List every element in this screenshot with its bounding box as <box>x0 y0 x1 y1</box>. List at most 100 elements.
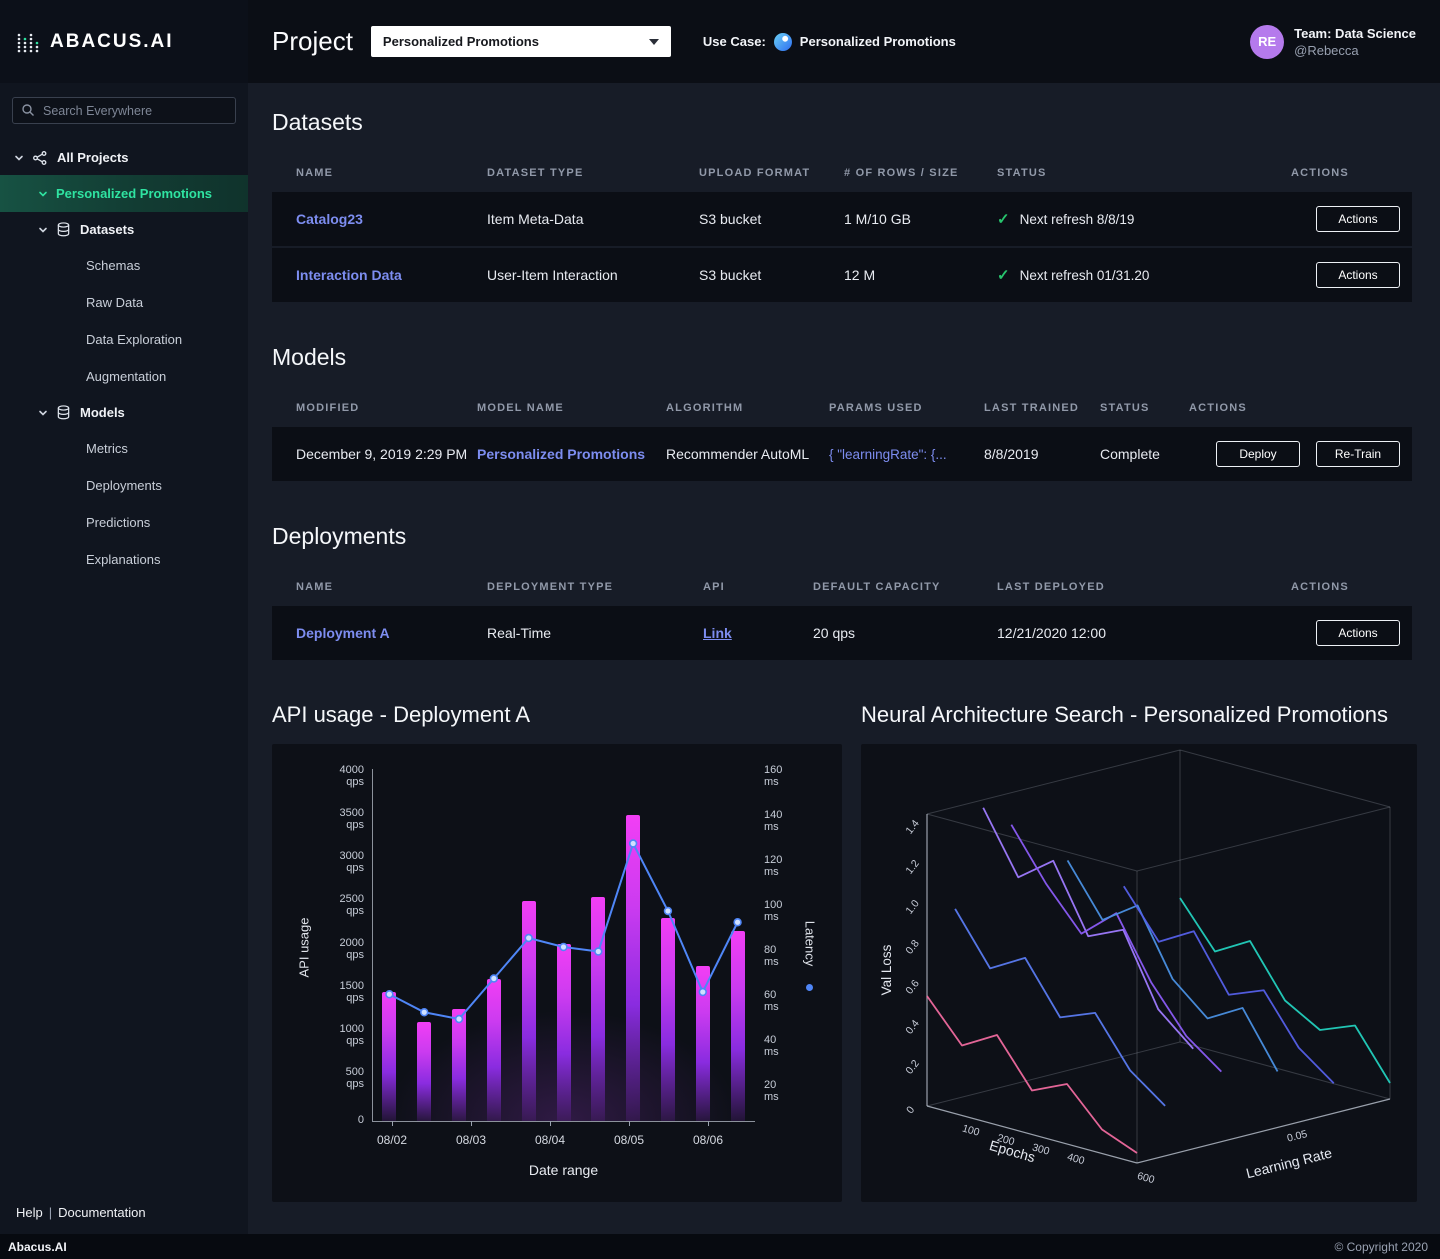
check-icon: ✓ <box>997 266 1010 284</box>
right-axis-tick: 20ms <box>764 1079 804 1103</box>
brand-logo[interactable]: ABACUS.AI <box>0 0 248 83</box>
footer-copyright: © Copyright 2020 <box>1334 1240 1428 1254</box>
model-name-link[interactable]: Personalized Promotions <box>477 446 645 462</box>
x-tick-mark <box>392 1121 393 1126</box>
chevron-down-icon <box>38 189 48 199</box>
user-block: RE Team: Data Science @Rebecca <box>1250 25 1416 59</box>
models-table-header: MODIFIED MODEL NAME ALGORITHM PARAMS USE… <box>272 389 1412 427</box>
sidebar-item-raw-data[interactable]: Raw Data <box>0 284 248 321</box>
project-dropdown-value: Personalized Promotions <box>383 34 539 49</box>
content-area: All Projects Personalized Promotions Dat… <box>0 83 1440 1234</box>
sidebar-item-all-projects[interactable]: All Projects <box>0 140 248 175</box>
sidebar-item-augmentation[interactable]: Augmentation <box>0 358 248 395</box>
deploy-button[interactable]: Deploy <box>1216 441 1300 467</box>
svg-text:0.2: 0.2 <box>903 1058 922 1077</box>
sidebar-item-selected-project[interactable]: Personalized Promotions <box>0 175 248 212</box>
sidebar-sub-label: Data Exploration <box>86 332 182 347</box>
sidebar-item-explanations[interactable]: Explanations <box>0 541 248 578</box>
abacus-logo-icon <box>16 30 40 54</box>
dataset-name-link[interactable]: Catalog23 <box>296 211 363 227</box>
api-link[interactable]: Link <box>703 625 732 641</box>
sidebar-item-models[interactable]: Models <box>0 395 248 430</box>
use-case: Use Case: Personalized Promotions <box>703 33 956 51</box>
api-usage-bar <box>382 992 396 1121</box>
sidebar-item-predictions[interactable]: Predictions <box>0 504 248 541</box>
actions-button[interactable]: Actions <box>1316 620 1400 646</box>
use-case-icon <box>774 33 792 51</box>
sidebar-item-deployments[interactable]: Deployments <box>0 467 248 504</box>
divider: | <box>49 1205 52 1220</box>
model-status: Complete <box>1100 446 1189 462</box>
search-wrap <box>12 97 236 124</box>
date-label: 08/05 <box>599 1133 659 1147</box>
left-axis-tick: 1500qps <box>310 980 364 1004</box>
footer-brand: Abacus.AI <box>8 1240 67 1254</box>
sidebar-item-schemas[interactable]: Schemas <box>0 247 248 284</box>
deployment-name-link[interactable]: Deployment A <box>296 625 390 641</box>
col-status: STATUS <box>1100 402 1189 414</box>
avatar[interactable]: RE <box>1250 25 1284 59</box>
col-last-deployed: LAST DEPLOYED <box>997 581 1291 593</box>
chevron-down-icon <box>14 153 24 163</box>
x-axis-label: Date range <box>372 1162 755 1178</box>
date-label: 08/04 <box>520 1133 580 1147</box>
model-last-trained: 8/8/2019 <box>984 446 1100 462</box>
documentation-link[interactable]: Documentation <box>58 1205 145 1220</box>
dataset-name-link[interactable]: Interaction Data <box>296 267 402 283</box>
api-usage-bar <box>731 931 745 1121</box>
sidebar-item-metrics[interactable]: Metrics <box>0 430 248 467</box>
col-actions: ACTIONS <box>1189 402 1412 414</box>
main-content: Datasets NAME DATASET TYPE UPLOAD FORMAT… <box>248 83 1440 1234</box>
col-api: API <box>703 581 813 593</box>
right-axis-label: Latency <box>803 889 818 999</box>
left-axis-tick: 500qps <box>310 1066 364 1090</box>
api-usage-bar <box>522 901 536 1121</box>
sidebar-sub-label: Deployments <box>86 478 162 493</box>
y-axis-line <box>372 769 373 1121</box>
database-icon <box>56 222 71 237</box>
sidebar-item-datasets[interactable]: Datasets <box>0 212 248 247</box>
actions-button[interactable]: Actions <box>1316 262 1400 288</box>
col-status: STATUS <box>997 167 1291 179</box>
x-tick-mark <box>708 1121 709 1126</box>
svg-text:0.4: 0.4 <box>903 1018 922 1037</box>
deployments-table-header: NAME DEPLOYMENT TYPE API DEFAULT CAPACIT… <box>272 568 1412 606</box>
x-tick-mark <box>471 1121 472 1126</box>
svg-text:1.4: 1.4 <box>903 818 922 837</box>
team-name: Team: Data Science <box>1294 25 1416 42</box>
selected-project-label: Personalized Promotions <box>56 186 212 201</box>
sidebar-item-data-exploration[interactable]: Data Exploration <box>0 321 248 358</box>
use-case-value: Personalized Promotions <box>800 34 956 49</box>
models-table: MODIFIED MODEL NAME ALGORITHM PARAMS USE… <box>272 389 1412 481</box>
deployments-table: NAME DEPLOYMENT TYPE API DEFAULT CAPACIT… <box>272 568 1412 660</box>
api-usage-bar <box>626 815 640 1121</box>
left-axis-tick: 2000qps <box>310 937 364 961</box>
dataset-type: Item Meta-Data <box>487 211 699 227</box>
api-usage-bar <box>591 897 605 1121</box>
page-title: Project <box>272 26 353 57</box>
right-axis-tick: 100ms <box>764 899 804 923</box>
left-axis-tick: 4000qps <box>310 764 364 788</box>
api-usage-bar <box>696 966 710 1121</box>
col-model-name: MODEL NAME <box>477 402 666 414</box>
dataset-type: User-Item Interaction <box>487 267 699 283</box>
sidebar-sub-label: Schemas <box>86 258 140 273</box>
project-dropdown[interactable]: Personalized Promotions <box>371 26 671 57</box>
retrain-button[interactable]: Re-Train <box>1316 441 1400 467</box>
status-text: Next refresh 01/31.20 <box>1020 268 1150 283</box>
col-params-used: PARAMS USED <box>829 402 984 414</box>
model-params-link[interactable]: { "learningRate": {... <box>829 447 984 462</box>
chevron-down-icon <box>649 39 659 45</box>
api-usage-chart: API usage Latency Date range 4000qps3500… <box>272 744 842 1202</box>
x-axis-line <box>372 1121 755 1122</box>
model-modified: December 9, 2019 2:29 PM <box>272 446 477 462</box>
search-input[interactable] <box>12 97 236 124</box>
charts-row: API usage - Deployment A API usage Laten… <box>272 702 1412 1202</box>
datasets-table: NAME DATASET TYPE UPLOAD FORMAT # OF ROW… <box>272 154 1412 302</box>
col-name: NAME <box>272 581 487 593</box>
actions-button[interactable]: Actions <box>1316 206 1400 232</box>
datasets-group-label: Datasets <box>80 222 134 237</box>
left-axis-tick: 0 <box>310 1114 364 1126</box>
model-algorithm: Recommender AutoML <box>666 446 829 462</box>
help-link[interactable]: Help <box>16 1205 43 1220</box>
